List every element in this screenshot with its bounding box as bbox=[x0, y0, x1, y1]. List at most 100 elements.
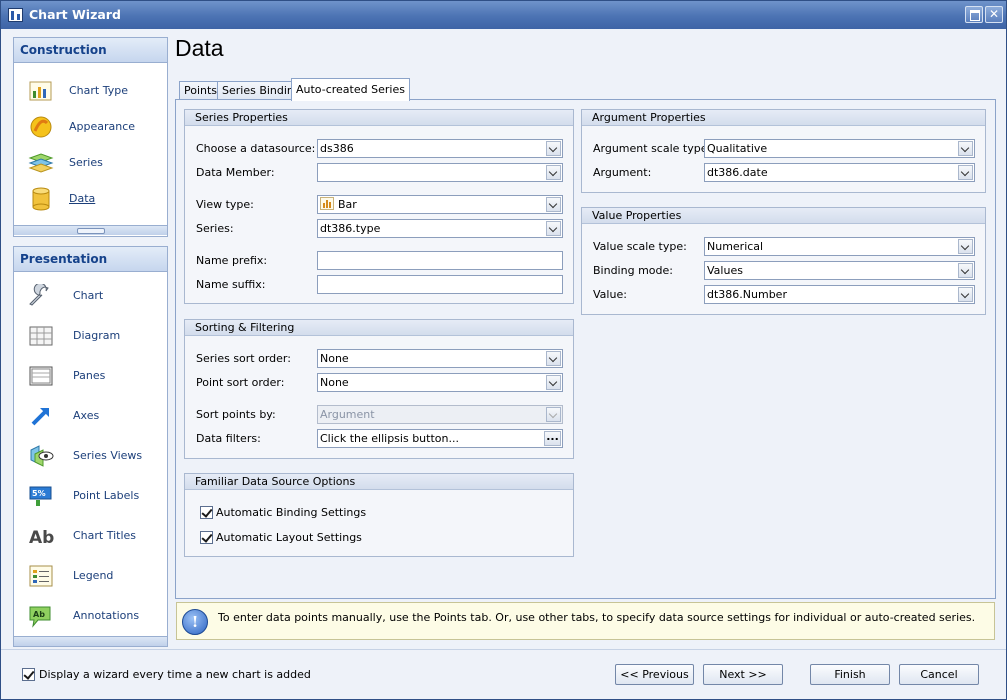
previous-button[interactable]: << Previous bbox=[615, 664, 694, 685]
series-combo[interactable]: dt386.type bbox=[317, 219, 563, 238]
sorting-filtering-group: Sorting & Filtering Series sort order: N… bbox=[184, 319, 574, 459]
wrench-icon bbox=[29, 284, 49, 306]
nav-label-chart: Chart bbox=[73, 289, 104, 302]
value-properties-header: Value Properties bbox=[582, 208, 985, 224]
sort-by-combo: Argument bbox=[317, 405, 563, 424]
familiar-options-header: Familiar Data Source Options bbox=[185, 474, 573, 490]
show-wizard-checkbox[interactable] bbox=[22, 668, 35, 681]
info-bar: ! To enter data points manually, use the… bbox=[176, 602, 995, 640]
nav-item-chart[interactable]: Chart bbox=[14, 279, 167, 313]
nav-item-appearance[interactable]: Appearance bbox=[14, 110, 167, 144]
chevron-down-icon[interactable] bbox=[958, 141, 973, 156]
nav-item-axes[interactable]: Axes bbox=[14, 399, 167, 433]
series-label: Series: bbox=[196, 222, 234, 235]
nav-label-data: Data bbox=[69, 192, 96, 205]
nav-item-series-views[interactable]: Series Views bbox=[14, 439, 167, 473]
series-value: dt386.type bbox=[320, 222, 381, 235]
familiar-options-group: Familiar Data Source Options Automatic B… bbox=[184, 473, 574, 557]
nav-item-annotations[interactable]: Ab Annotations bbox=[14, 599, 167, 633]
cancel-button[interactable]: Cancel bbox=[899, 664, 979, 685]
annotations-icon: Ab bbox=[29, 606, 51, 628]
auto-layout-checkbox[interactable] bbox=[200, 531, 213, 544]
auto-layout-label[interactable]: Automatic Layout Settings bbox=[216, 531, 362, 544]
argument-scale-value: Qualitative bbox=[707, 142, 768, 155]
nav-item-chart-type[interactable]: Chart Type bbox=[14, 74, 167, 108]
presentation-header[interactable]: Presentation bbox=[14, 247, 167, 272]
value-combo[interactable]: dt386.Number bbox=[704, 285, 975, 304]
show-wizard-label[interactable]: Display a wizard every time a new chart … bbox=[39, 668, 311, 681]
chevron-down-icon[interactable] bbox=[546, 165, 561, 180]
point-labels-icon: 5% bbox=[29, 486, 52, 506]
series-views-icon bbox=[30, 445, 54, 467]
tab-auto-created-series[interactable]: Auto-created Series bbox=[291, 78, 410, 101]
datasource-value: ds386 bbox=[320, 142, 354, 155]
view-type-label: View type: bbox=[196, 198, 254, 211]
chevron-down-icon[interactable] bbox=[546, 221, 561, 236]
nav-item-series[interactable]: Series bbox=[14, 146, 167, 180]
datasource-combo[interactable]: ds386 bbox=[317, 139, 563, 158]
page-title: Data bbox=[175, 35, 224, 61]
presentation-scroll-down[interactable] bbox=[14, 636, 167, 646]
construction-header[interactable]: Construction bbox=[14, 38, 167, 63]
chevron-down-icon[interactable] bbox=[958, 287, 973, 302]
auto-binding-label[interactable]: Automatic Binding Settings bbox=[216, 506, 366, 519]
binding-mode-value: Values bbox=[707, 264, 743, 277]
data-member-label: Data Member: bbox=[196, 166, 275, 179]
value-scale-label: Value scale type: bbox=[593, 240, 687, 253]
point-sort-label: Point sort order: bbox=[196, 376, 285, 389]
data-member-combo[interactable] bbox=[317, 163, 563, 182]
binding-mode-label: Binding mode: bbox=[593, 264, 673, 277]
series-sort-value: None bbox=[320, 352, 349, 365]
chevron-down-icon[interactable] bbox=[546, 197, 561, 212]
chevron-down-icon[interactable] bbox=[958, 165, 973, 180]
nav-item-legend[interactable]: Legend bbox=[14, 559, 167, 593]
chevron-down-icon[interactable] bbox=[546, 351, 561, 366]
argument-properties-header: Argument Properties bbox=[582, 110, 985, 126]
view-type-value: Bar bbox=[338, 198, 357, 211]
svg-text:5%: 5% bbox=[32, 489, 46, 498]
chevron-down-icon[interactable] bbox=[546, 375, 561, 390]
next-button[interactable]: Next >> bbox=[703, 664, 783, 685]
nav-label-chart-type: Chart Type bbox=[69, 84, 128, 97]
value-scale-combo[interactable]: Numerical bbox=[704, 237, 975, 256]
auto-binding-checkbox[interactable] bbox=[200, 506, 213, 519]
chevron-down-icon[interactable] bbox=[958, 239, 973, 254]
series-sort-combo[interactable]: None bbox=[317, 349, 563, 368]
axes-icon bbox=[31, 408, 49, 426]
panes-icon bbox=[29, 366, 53, 386]
info-message: To enter data points manually, use the P… bbox=[218, 611, 976, 624]
nav-item-diagram[interactable]: Diagram bbox=[14, 319, 167, 353]
chevron-down-icon[interactable] bbox=[546, 141, 561, 156]
argument-combo[interactable]: dt386.date bbox=[704, 163, 975, 182]
point-sort-combo[interactable]: None bbox=[317, 373, 563, 392]
chart-wizard-window: Chart Wizard ✕ Construction Chart Type A… bbox=[0, 0, 1007, 700]
nav-item-panes[interactable]: Panes bbox=[14, 359, 167, 393]
value-scale-value: Numerical bbox=[707, 240, 764, 253]
nav-item-data[interactable]: Data bbox=[14, 182, 167, 216]
nav-item-chart-titles[interactable]: Ab Chart Titles bbox=[14, 519, 167, 553]
finish-button[interactable]: Finish bbox=[810, 664, 890, 685]
presentation-group: Presentation Chart Diagram Panes Axes Se… bbox=[13, 246, 168, 647]
sorting-filtering-header: Sorting & Filtering bbox=[185, 320, 573, 336]
nav-item-point-labels[interactable]: 5% Point Labels bbox=[14, 479, 167, 513]
name-suffix-input[interactable] bbox=[317, 275, 563, 294]
data-filters-field[interactable]: Click the ellipsis button... ... bbox=[317, 429, 563, 448]
tab-panel: Series Properties Choose a datasource: d… bbox=[175, 99, 996, 599]
argument-value: dt386.date bbox=[707, 166, 768, 179]
nav-label-series: Series bbox=[69, 156, 103, 169]
construction-splitter[interactable] bbox=[14, 225, 167, 235]
binding-mode-combo[interactable]: Values bbox=[704, 261, 975, 280]
chart-type-icon bbox=[29, 81, 52, 101]
argument-scale-combo[interactable]: Qualitative bbox=[704, 139, 975, 158]
tab-points[interactable]: Points bbox=[179, 81, 223, 100]
ellipsis-button[interactable]: ... bbox=[544, 431, 561, 446]
series-properties-group: Series Properties Choose a datasource: d… bbox=[184, 109, 574, 304]
title-bar[interactable]: Chart Wizard ✕ bbox=[1, 1, 1006, 29]
datasource-label: Choose a datasource: bbox=[196, 142, 316, 155]
chevron-down-icon[interactable] bbox=[958, 263, 973, 278]
view-type-combo[interactable]: Bar bbox=[317, 195, 563, 214]
point-sort-value: None bbox=[320, 376, 349, 389]
close-button[interactable]: ✕ bbox=[985, 6, 1003, 23]
name-prefix-input[interactable] bbox=[317, 251, 563, 270]
maximize-button[interactable] bbox=[965, 6, 983, 23]
